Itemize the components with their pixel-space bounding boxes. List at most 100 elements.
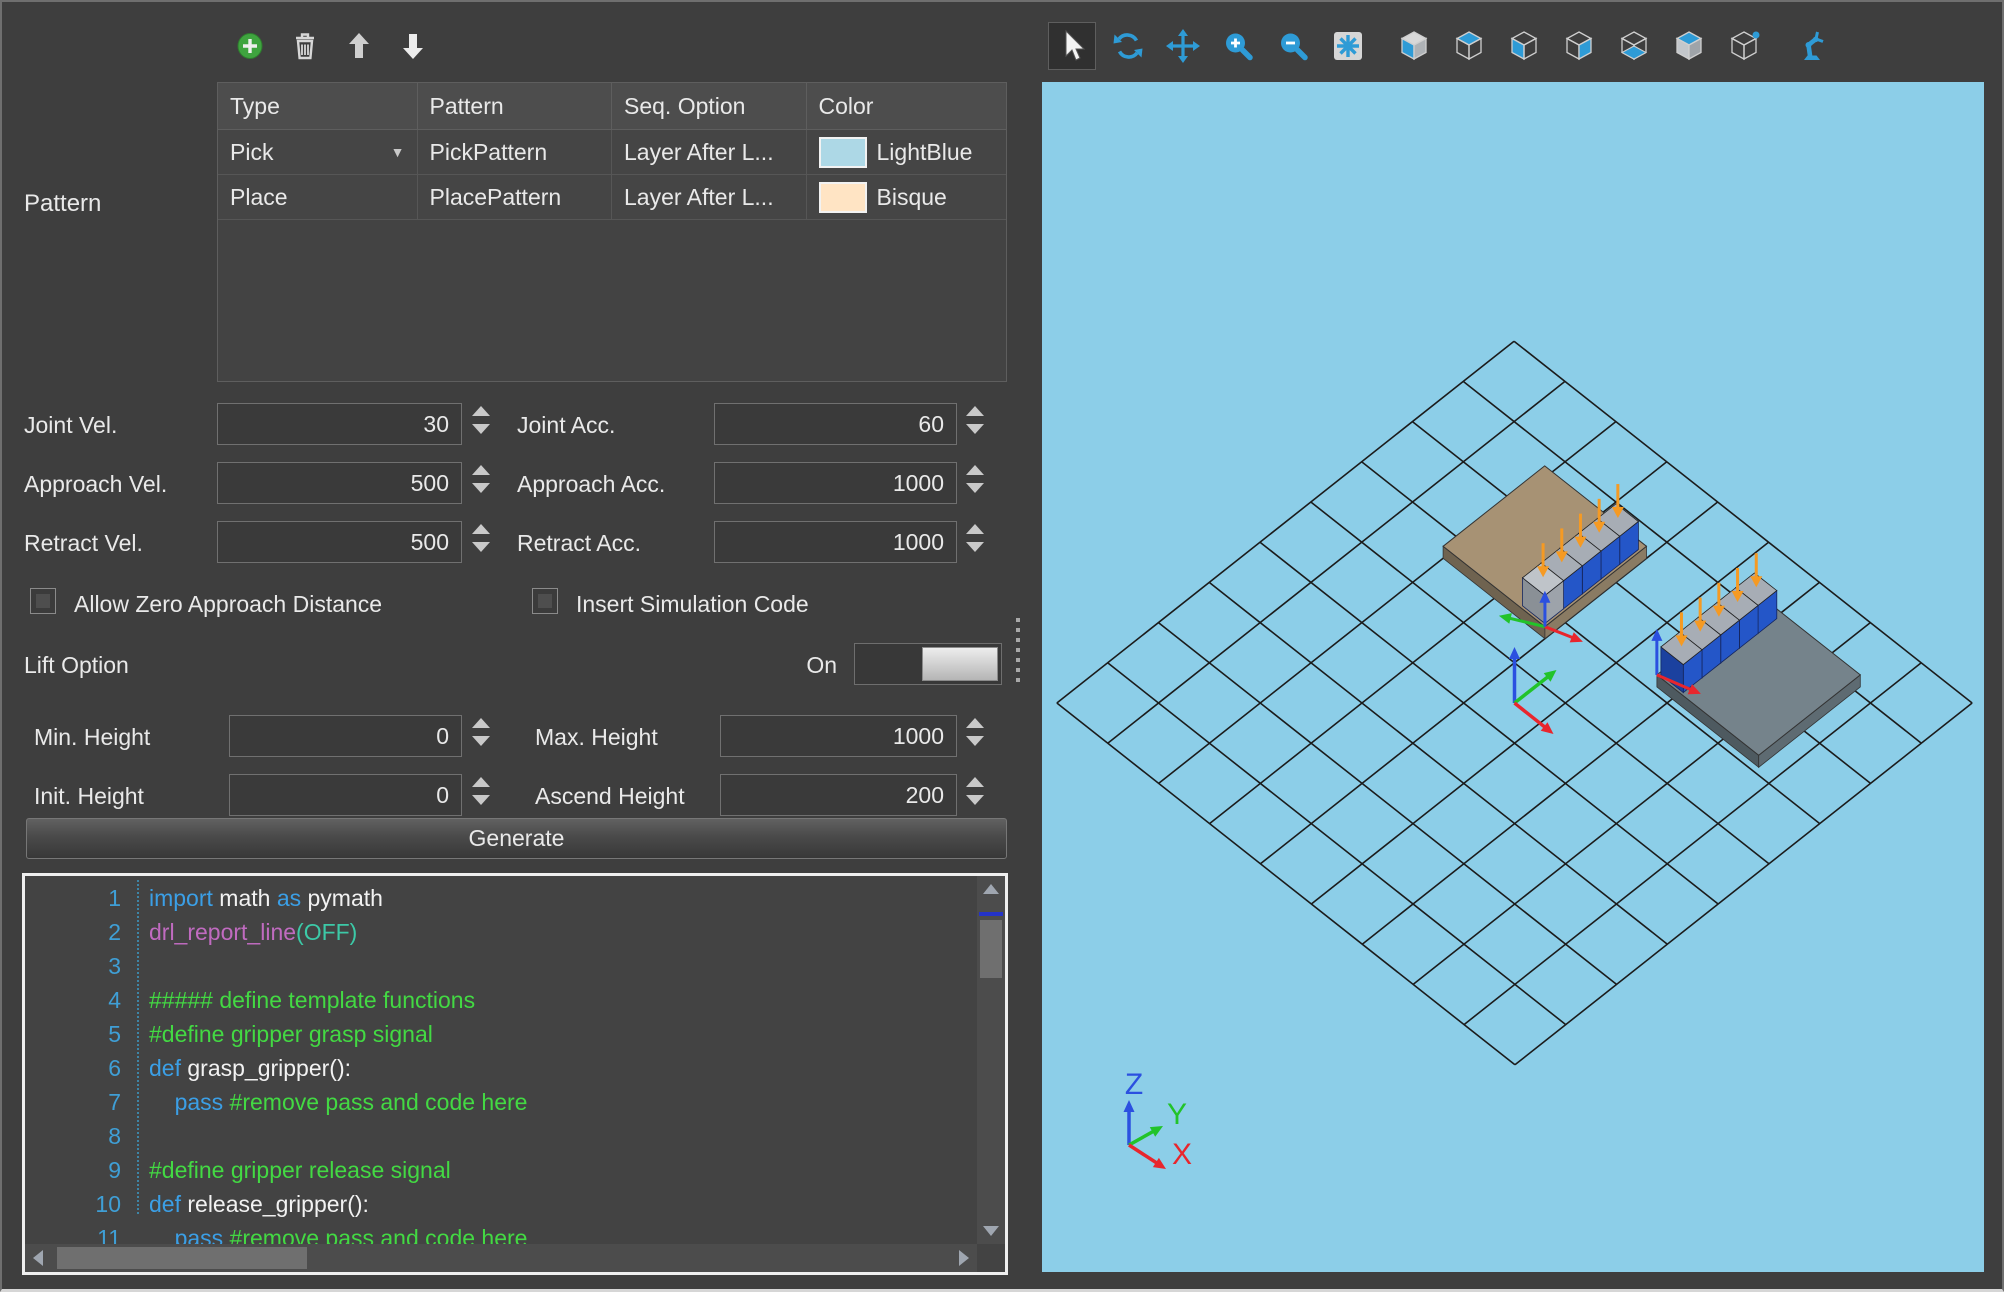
joint-acc-input[interactable]: 60 (714, 403, 957, 445)
scroll-right-button[interactable] (959, 1250, 969, 1266)
code-editor[interactable]: 1import math as pymath2drl_report_line(O… (22, 873, 1008, 1275)
vertical-scroll-thumb[interactable] (980, 920, 1002, 978)
spin-down-button[interactable] (472, 542, 490, 552)
scroll-down-button[interactable] (983, 1226, 999, 1236)
horizontal-scrollbar[interactable] (25, 1244, 977, 1272)
code-line[interactable]: 5#define gripper grasp signal (25, 1017, 977, 1051)
spin-up-button[interactable] (472, 465, 490, 475)
spin-up-button[interactable] (966, 777, 984, 787)
pattern-table-row[interactable]: PlacePlacePatternLayer After L...Bisque (218, 175, 1006, 220)
code-line[interactable]: 7 pass #remove pass and code here (25, 1085, 977, 1119)
type-cell[interactable]: Place (218, 175, 418, 219)
view-back-icon (1450, 27, 1488, 65)
line-number: 5 (25, 1021, 137, 1048)
spin-down-button[interactable] (966, 424, 984, 434)
spin-up-button[interactable] (966, 465, 984, 475)
max-height-input[interactable]: 1000 (720, 715, 957, 757)
line-number: 2 (25, 919, 137, 946)
rotate-button[interactable] (1104, 22, 1152, 70)
code-line[interactable]: 1import math as pymath (25, 881, 977, 915)
add-button[interactable] (230, 26, 270, 66)
init-height-input[interactable]: 0 (229, 774, 462, 816)
init-height-spinner (472, 777, 490, 805)
code-line[interactable]: 10def release_gripper(): (25, 1187, 977, 1221)
select-button[interactable] (1048, 22, 1096, 70)
spin-down-button[interactable] (472, 424, 490, 434)
allow-zero-approach-checkbox[interactable] (30, 588, 56, 614)
viewport-canvas[interactable]: ZYX (1042, 82, 1984, 1272)
view-top-button[interactable] (1665, 22, 1713, 70)
seq-option-cell[interactable]: Layer After L... (612, 175, 807, 219)
horizontal-scroll-thumb[interactable] (57, 1247, 307, 1269)
view-bottom-button[interactable] (1610, 22, 1658, 70)
code-line[interactable]: 2drl_report_line(OFF) (25, 915, 977, 949)
spin-down-button[interactable] (966, 736, 984, 746)
spin-up-button[interactable] (472, 406, 490, 416)
spin-down-button[interactable] (966, 795, 984, 805)
code-text: #define gripper release signal (137, 1157, 451, 1184)
scroll-up-button[interactable] (983, 884, 999, 894)
scroll-left-button[interactable] (33, 1250, 43, 1266)
color-cell[interactable]: LightBlue (807, 130, 1006, 174)
min-height-input[interactable]: 0 (229, 715, 462, 757)
lift-option-toggle[interactable] (854, 643, 1002, 685)
spin-down-button[interactable] (472, 736, 490, 746)
approach-acc-input[interactable]: 1000 (714, 462, 957, 504)
spin-up-button[interactable] (472, 718, 490, 728)
spin-down-button[interactable] (472, 795, 490, 805)
code-line[interactable]: 9#define gripper release signal (25, 1153, 977, 1187)
line-number: 9 (25, 1157, 137, 1184)
generate-button[interactable]: Generate (26, 818, 1007, 859)
spin-up-button[interactable] (966, 406, 984, 416)
view-back-button[interactable] (1445, 22, 1493, 70)
spin-up-button[interactable] (966, 524, 984, 534)
spin-up-button[interactable] (966, 718, 984, 728)
code-line[interactable]: 6def grasp_gripper(): (25, 1051, 977, 1085)
retract-vel-input[interactable]: 500 (217, 521, 462, 563)
view-left-button[interactable] (1500, 22, 1548, 70)
spin-up-button[interactable] (472, 524, 490, 534)
ascend-height-input[interactable]: 200 (720, 774, 957, 816)
zoom-out-button[interactable] (1269, 22, 1317, 70)
pan-button[interactable] (1159, 22, 1207, 70)
view-isometric-button[interactable] (1720, 22, 1768, 70)
code-text: ##### define template functions (137, 987, 475, 1014)
type-cell[interactable]: Pick ▼ (218, 130, 418, 174)
spin-down-button[interactable] (966, 483, 984, 493)
spin-down-button[interactable] (472, 483, 490, 493)
view-right-button[interactable] (1555, 22, 1603, 70)
gutter-guide-line (137, 880, 139, 1214)
insert-simulation-code-checkbox[interactable] (532, 588, 558, 614)
joint-vel-input[interactable]: 30 (217, 403, 462, 445)
type-dropdown-icon[interactable]: ▼ (391, 144, 405, 160)
view-left-icon (1505, 27, 1543, 65)
robot-button[interactable] (1788, 22, 1836, 70)
retract-acc-input[interactable]: 1000 (714, 521, 957, 563)
code-line[interactable]: 8 (25, 1119, 977, 1153)
type-value: Pick (230, 139, 273, 166)
ascend-height-spinner (966, 777, 984, 805)
code-editor-content[interactable]: 1import math as pymath2drl_report_line(O… (25, 876, 977, 1244)
code-line[interactable]: 4##### define template functions (25, 983, 977, 1017)
delete-button[interactable] (285, 26, 325, 66)
move-up-button[interactable] (339, 26, 379, 66)
move-down-button[interactable] (393, 26, 433, 66)
panel-splitter[interactable] (1014, 618, 1022, 690)
zoom-fit-button[interactable] (1324, 22, 1372, 70)
seq-option-cell[interactable]: Layer After L... (612, 130, 807, 174)
joint-acc-label: Joint Acc. (517, 412, 615, 439)
pattern-table-row[interactable]: Pick ▼ PickPatternLayer After L...LightBlu… (218, 130, 1006, 175)
view-front-button[interactable] (1390, 22, 1438, 70)
code-text: drl_report_line(OFF) (137, 919, 357, 946)
code-line[interactable]: 11 pass #remove pass and code here (25, 1221, 977, 1244)
approach-vel-input[interactable]: 500 (217, 462, 462, 504)
vertical-scrollbar[interactable] (977, 876, 1005, 1244)
pattern-cell[interactable]: PickPattern (418, 130, 613, 174)
color-cell[interactable]: Bisque (807, 175, 1006, 219)
spin-down-button[interactable] (966, 542, 984, 552)
pattern-cell[interactable]: PlacePattern (418, 175, 613, 219)
zoom-in-button[interactable] (1214, 22, 1262, 70)
code-line[interactable]: 3 (25, 949, 977, 983)
rotate-icon (1109, 27, 1147, 65)
spin-up-button[interactable] (472, 777, 490, 787)
